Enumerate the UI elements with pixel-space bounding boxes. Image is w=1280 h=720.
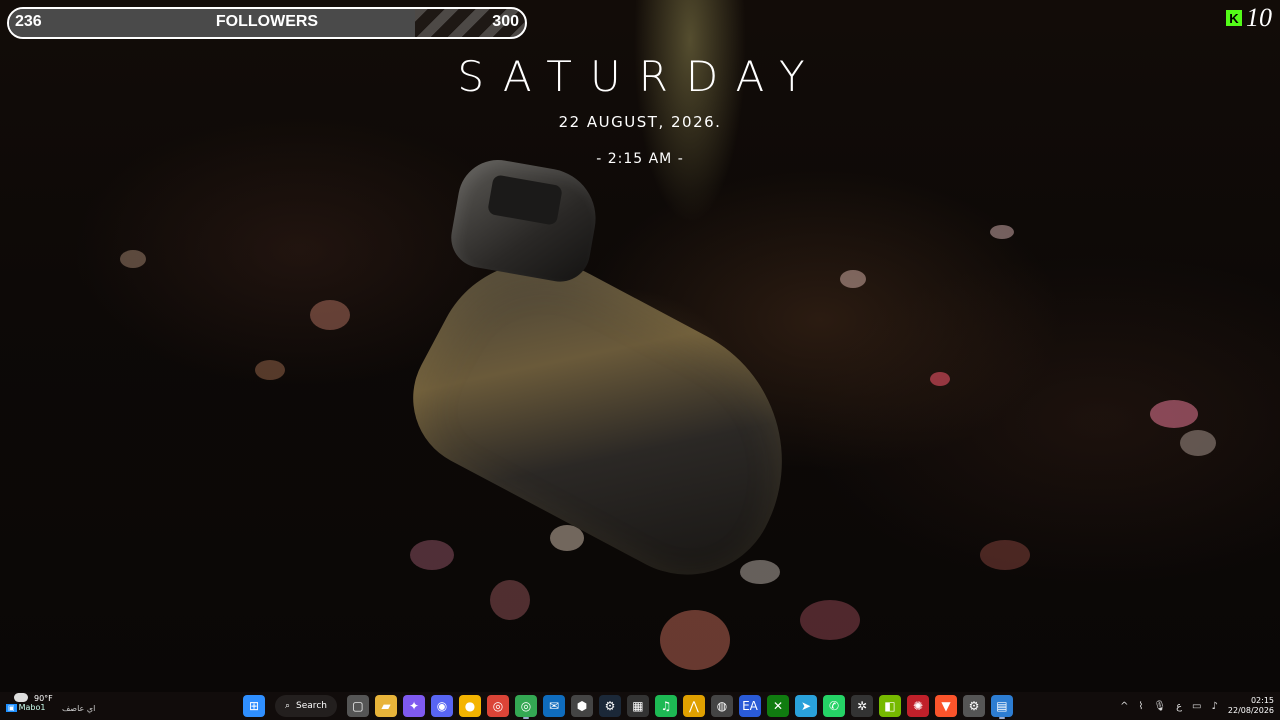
flower-decoration (990, 225, 1014, 239)
app-red-icon[interactable]: ✺ (906, 695, 929, 717)
discord-icon[interactable]: ◉ (430, 695, 453, 717)
gear-icon[interactable]: ⚙ (962, 695, 985, 717)
follower-goal-label: FOLLOWERS (215, 13, 319, 30)
mic-icon[interactable]: 🎙︎ (1153, 701, 1166, 712)
taskbar-date: 22/08/2026 (1227, 706, 1274, 715)
app-cube-icon[interactable]: ⬢ (570, 695, 593, 717)
chrome-icon[interactable]: ◎ (486, 695, 509, 717)
copilot-icon[interactable]: ✦ (402, 695, 425, 717)
obs-icon[interactable]: ◍ (710, 695, 733, 717)
wifi-off-icon[interactable]: ⌇ (1138, 701, 1143, 712)
flower-decoration (490, 580, 530, 620)
flower-decoration (255, 360, 285, 380)
start-icon[interactable]: ⊞ (243, 695, 265, 717)
weather-channel: ▣ Mabo1 (6, 703, 46, 712)
brave-icon[interactable]: ▼ (934, 695, 957, 717)
settings-wheel-icon[interactable]: ✲ (850, 695, 873, 717)
app-blue-icon[interactable]: ▤ (990, 695, 1013, 719)
xbox-icon[interactable]: ✕ (766, 695, 789, 717)
nvidia-icon[interactable]: ◧ (878, 695, 901, 717)
follower-goal-target: 300 (492, 13, 519, 30)
chrome-alt-icon[interactable]: ◎ (514, 695, 537, 719)
kick-viewer-count: 10 (1246, 3, 1272, 32)
whatsapp-icon[interactable]: ✆ (822, 695, 845, 717)
flower-decoration (980, 540, 1030, 570)
kick-logo-icon: K (1226, 10, 1242, 26)
flower-decoration (310, 300, 350, 330)
weather-desc: اي عاصف (62, 704, 96, 713)
system-tray: ^ ⌇ 🎙︎ ع ▭ ♪ 02:15 22/08/2026 (1120, 692, 1274, 720)
taskbar-search-box[interactable]: ⌕ Search (275, 695, 337, 717)
flower-decoration (1180, 430, 1216, 456)
follower-goal-bar: 236 FOLLOWERS 300 (7, 7, 527, 39)
flower-decoration (660, 610, 730, 670)
taskbar: 90°F اي عاصف ▣ Mabo1 ⊞ ⌕ Search ▢ ▰ ✦ ◉ ● ◎ ◎ ✉ ⬢ ⚙ ▦ ♫… (0, 692, 1280, 720)
steam-icon[interactable]: ⚙ (598, 695, 621, 717)
taskbar-app-list: ⊞ ⌕ Search ▢ ▰ ✦ ◉ ● ◎ ◎ ✉ ⬢ ⚙ ▦ ♫ ⋀ ◍ EA ✕ ➤ ✆ ✲ ◧ ✺ ▼ ⚙ ▤ (243, 692, 1013, 720)
language-indicator[interactable]: ع (1176, 701, 1182, 712)
flower-decoration (840, 270, 866, 288)
weather-widget[interactable]: 90°F اي عاصف ▣ Mabo1 (4, 693, 124, 719)
volume-icon[interactable]: ♪ (1212, 701, 1218, 712)
clock-day-name: SATURDAY (457, 52, 823, 101)
outlook-icon[interactable]: ✉ (542, 695, 565, 717)
taskbar-time: 02:15 (1250, 696, 1274, 705)
tray-overflow-icon[interactable]: ^ (1120, 701, 1128, 712)
search-label: Search (296, 701, 327, 711)
channel-label: Mabo1 (18, 703, 46, 712)
telegram-icon[interactable]: ➤ (794, 695, 817, 717)
flower-decoration (930, 372, 950, 386)
knight-armor (388, 224, 832, 606)
clock-time: - 2:15 AM - (596, 151, 684, 167)
weather-temp: 90°F (34, 694, 53, 703)
task-view-icon[interactable]: ▢ (346, 695, 369, 717)
flower-decoration (410, 540, 454, 570)
flower-decoration (120, 250, 146, 268)
weather-cloud-icon (14, 693, 28, 702)
chat-icon[interactable]: ● (458, 695, 481, 717)
flower-decoration (800, 600, 860, 640)
file-explorer-icon[interactable]: ▰ (374, 695, 397, 717)
network-icon[interactable]: ▭ (1192, 701, 1201, 712)
search-icon: ⌕ (285, 701, 291, 711)
spotify-icon[interactable]: ♫ (654, 695, 677, 717)
flower-decoration (740, 560, 780, 584)
kick-viewer-badge: K 10 (1226, 3, 1272, 33)
archero-icon[interactable]: ⋀ (682, 695, 705, 717)
taskbar-clock[interactable]: 02:15 22/08/2026 (1228, 696, 1274, 716)
qr-icon[interactable]: ▦ (626, 695, 649, 717)
flower-decoration (1150, 400, 1198, 428)
clock-date: 22 AUGUST, 2026. (558, 113, 722, 131)
ea-icon[interactable]: EA (738, 695, 761, 717)
